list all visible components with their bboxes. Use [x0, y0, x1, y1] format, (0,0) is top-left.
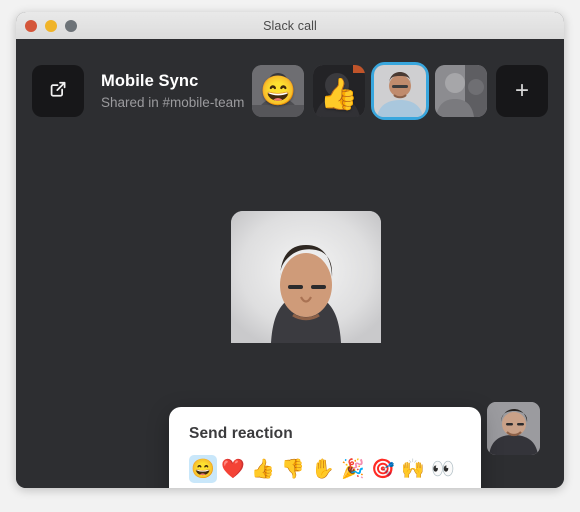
call-stage: Send reaction 😄 ❤️ 👍 👎 ✋ 🎉 🎯 🙌 👀 Send a … [16, 139, 564, 488]
popup-title: Send reaction [189, 425, 293, 442]
zoom-button[interactable] [65, 19, 77, 32]
participant-list: 😄 👍 + [252, 62, 548, 120]
send-reaction-popup: Send reaction 😄 ❤️ 👍 👎 ✋ 🎉 🎯 🙌 👀 Send a … [169, 407, 481, 488]
grinning-face-emoji[interactable]: 😄 [189, 455, 217, 483]
participant-tile-4[interactable] [435, 65, 487, 117]
add-participant-button[interactable]: + [496, 65, 548, 117]
raised-hand-emoji[interactable]: ✋ [309, 455, 337, 483]
avatar [374, 65, 426, 117]
participant-tile-2[interactable]: 👍 [313, 65, 365, 117]
avatar [435, 65, 487, 117]
raising-hands-emoji[interactable]: 🙌 [399, 455, 427, 483]
heart-emoji[interactable]: ❤️ [219, 455, 247, 483]
party-popper-emoji[interactable]: 🎉 [339, 455, 367, 483]
share-call-button[interactable] [32, 65, 84, 117]
traffic-lights [25, 19, 77, 32]
bullseye-emoji[interactable]: 🎯 [369, 455, 397, 483]
emoji-picker-row: 😄 ❤️ 👍 👎 ✋ 🎉 🎯 🙌 👀 [189, 455, 461, 483]
share-export-icon [47, 78, 69, 105]
eyes-emoji[interactable]: 👀 [429, 455, 457, 483]
call-app-body: Mobile Sync Shared in #mobile-team 😄 👍 +… [16, 39, 564, 488]
close-button[interactable] [25, 19, 37, 32]
self-view-thumbnail[interactable] [487, 402, 540, 455]
page-title: Mobile Sync [101, 71, 199, 90]
participant-tile-1[interactable]: 😄 [252, 65, 304, 117]
call-subtitle: Shared in #mobile-team [101, 94, 245, 110]
participant-reaction: 👍 [319, 76, 359, 112]
participant-reaction: 😄 [259, 75, 297, 108]
call-header: Mobile Sync Shared in #mobile-team 😄 👍 + [16, 39, 564, 127]
thumbs-down-emoji[interactable]: 👎 [279, 455, 307, 483]
window-title: Slack call [263, 18, 317, 33]
minimize-button[interactable] [45, 19, 57, 32]
main-video-tile[interactable] [231, 211, 381, 343]
app-window: Slack call Mobile Sync Shared in #mobile… [16, 12, 564, 488]
thumbs-up-emoji[interactable]: 👍 [249, 455, 277, 483]
participant-tile-3-active[interactable] [371, 62, 429, 120]
window-titlebar: Slack call [16, 12, 564, 40]
call-title-group: Mobile Sync Shared in #mobile-team [101, 71, 252, 112]
